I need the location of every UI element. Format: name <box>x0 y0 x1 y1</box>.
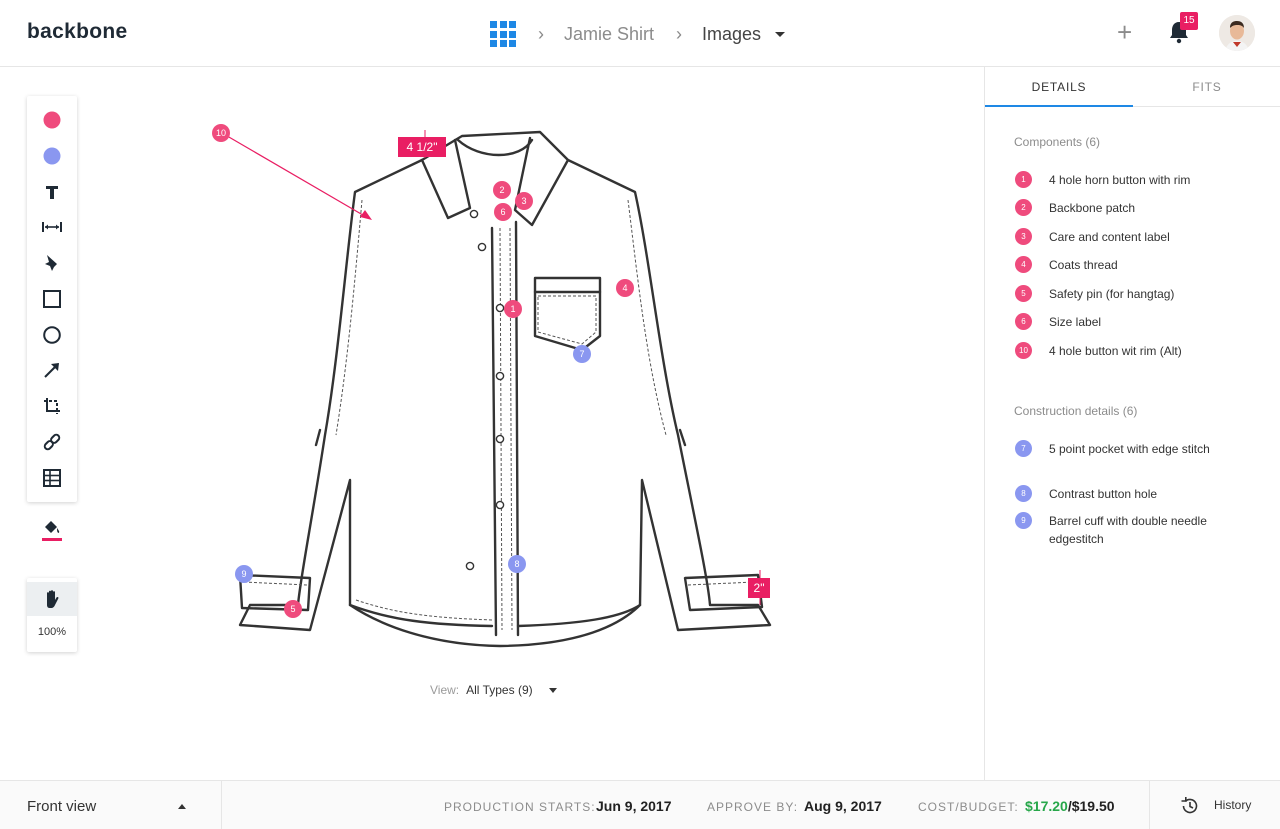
list-item[interactable]: 9 Barrel cuff with double needle edgesti… <box>1015 512 1215 548</box>
cuff-measurement[interactable]: 2" <box>748 578 770 598</box>
component-label: Coats thread <box>1049 258 1118 272</box>
circle-icon[interactable] <box>27 320 77 350</box>
hand-icon[interactable] <box>27 582 77 616</box>
construction-label: Contrast button hole <box>1049 487 1158 501</box>
approve-label: APPROVE BY: <box>707 800 799 814</box>
avatar[interactable] <box>1219 15 1255 51</box>
component-label: Size label <box>1049 315 1102 329</box>
view-label: View: <box>430 683 460 697</box>
list-item[interactable]: 1 4 hole horn button with rim <box>1015 171 1255 189</box>
app-logo[interactable]: backbone <box>27 20 127 44</box>
link-icon[interactable] <box>27 427 77 457</box>
panel-tabs: DETAILS FITS <box>985 67 1280 107</box>
pin-badge: 9 <box>1015 512 1032 529</box>
chevron-right-icon: › <box>676 23 683 44</box>
view-select[interactable]: All Types (9) <box>466 683 532 697</box>
component-label: Care and content label <box>1049 230 1170 244</box>
cost-value: $17.20 <box>1025 798 1068 814</box>
notification-badge: 15 <box>1180 12 1198 30</box>
view-select-value: Front view <box>27 798 97 815</box>
measure-icon[interactable] <box>27 212 77 242</box>
crop-icon[interactable] <box>27 391 77 421</box>
breadcrumb: › Jamie Shirt › Images <box>490 20 786 48</box>
app-header: backbone › Jamie Shirt › Images + 15 <box>0 0 1280 67</box>
pin-5[interactable]: 5 <box>284 600 302 618</box>
pin-badge: 10 <box>1015 342 1032 359</box>
breadcrumb-product[interactable]: Jamie Shirt <box>564 24 654 45</box>
pin-8[interactable]: 8 <box>508 555 526 573</box>
pin-9[interactable]: 9 <box>235 565 253 583</box>
list-item[interactable]: 10 4 hole button wit rim (Alt) <box>1015 342 1255 360</box>
breadcrumb-section[interactable]: Images <box>702 24 761 45</box>
tab-details[interactable]: DETAILS <box>985 67 1133 107</box>
rectangle-icon[interactable] <box>27 284 77 314</box>
pin-4[interactable]: 4 <box>616 279 634 297</box>
list-item[interactable]: 3 Care and content label <box>1015 228 1255 246</box>
construction-label: Barrel cuff with double needle edgestitc… <box>1049 514 1207 546</box>
list-item[interactable]: 6 Size label <box>1015 313 1255 331</box>
construction-title: Construction details (6) <box>1014 404 1138 418</box>
details-panel: DETAILS FITS Components (6) 1 4 hole hor… <box>984 67 1280 780</box>
chevron-down-icon[interactable] <box>775 31 786 37</box>
history-label: History <box>1214 798 1252 812</box>
pin-2[interactable]: 2 <box>493 181 511 199</box>
chevron-up-icon <box>178 804 186 809</box>
cost-budget: $17.20/$19.50 <box>1025 798 1115 814</box>
history-icon <box>1181 797 1198 814</box>
zoom-panel: 100% <box>27 578 77 652</box>
chevron-right-icon: › <box>538 23 544 44</box>
design-canvas[interactable]: 4 1/2" 2" 10 2 3 6 4 1 7 8 9 5 <box>180 100 820 680</box>
pin-3[interactable]: 3 <box>515 192 533 210</box>
budget-value: /$19.50 <box>1067 798 1115 814</box>
history-button[interactable]: History <box>1149 781 1280 829</box>
list-item[interactable]: 2 Backbone patch <box>1015 199 1255 217</box>
view-select-dropdown[interactable]: Front view <box>0 781 222 829</box>
list-item[interactable]: 4 Coats thread <box>1015 256 1255 274</box>
apps-grid-icon[interactable] <box>490 21 516 47</box>
view-filter: View: All Types (9) <box>430 683 557 697</box>
cost-label: COST/BUDGET: <box>918 800 1019 814</box>
fill-bucket-icon[interactable] <box>27 512 77 548</box>
production-date: Jun 9, 2017 <box>596 798 672 814</box>
approve-date: Aug 9, 2017 <box>804 798 882 814</box>
text-icon[interactable] <box>27 177 77 207</box>
arrow-icon[interactable] <box>27 355 77 385</box>
component-label: 4 hole button wit rim (Alt) <box>1049 344 1182 358</box>
components-title: Components (6) <box>1014 135 1101 149</box>
pin-badge: 7 <box>1015 440 1032 457</box>
production-label: PRODUCTION STARTS: <box>444 800 596 814</box>
list-item[interactable]: 7 5 point pocket with edge stitch <box>1015 440 1255 458</box>
pin-badge: 3 <box>1015 228 1032 245</box>
pin-7[interactable]: 7 <box>573 345 591 363</box>
pin-badge: 2 <box>1015 199 1032 216</box>
pin-10[interactable]: 10 <box>212 124 230 142</box>
pen-icon[interactable] <box>27 248 77 278</box>
pin-6[interactable]: 6 <box>494 203 512 221</box>
list-item[interactable]: 5 Safety pin (for hangtag) <box>1015 285 1255 303</box>
chevron-down-icon[interactable] <box>548 687 557 693</box>
pin-badge: 1 <box>1015 171 1032 188</box>
pin-1[interactable]: 1 <box>504 300 522 318</box>
blue-dot-icon[interactable] <box>27 141 77 171</box>
component-label: Safety pin (for hangtag) <box>1049 287 1175 301</box>
pink-dot-icon[interactable] <box>27 105 77 135</box>
table-icon[interactable] <box>27 463 77 493</box>
add-icon[interactable]: + <box>1117 18 1132 46</box>
pin-badge: 8 <box>1015 485 1032 502</box>
drawing-toolbar <box>27 96 77 502</box>
zoom-level[interactable]: 100% <box>27 626 77 638</box>
pin-badge: 5 <box>1015 285 1032 302</box>
collar-measurement[interactable]: 4 1/2" <box>398 137 446 157</box>
pin-badge: 6 <box>1015 313 1032 330</box>
pin-badge: 4 <box>1015 256 1032 273</box>
construction-label: 5 point pocket with edge stitch <box>1049 442 1210 456</box>
component-label: 4 hole horn button with rim <box>1049 173 1191 187</box>
status-footer: Front view PRODUCTION STARTS: Jun 9, 201… <box>0 780 1280 829</box>
list-item[interactable]: 8 Contrast button hole <box>1015 485 1255 503</box>
component-label: Backbone patch <box>1049 201 1136 215</box>
tab-fits[interactable]: FITS <box>1133 67 1280 107</box>
